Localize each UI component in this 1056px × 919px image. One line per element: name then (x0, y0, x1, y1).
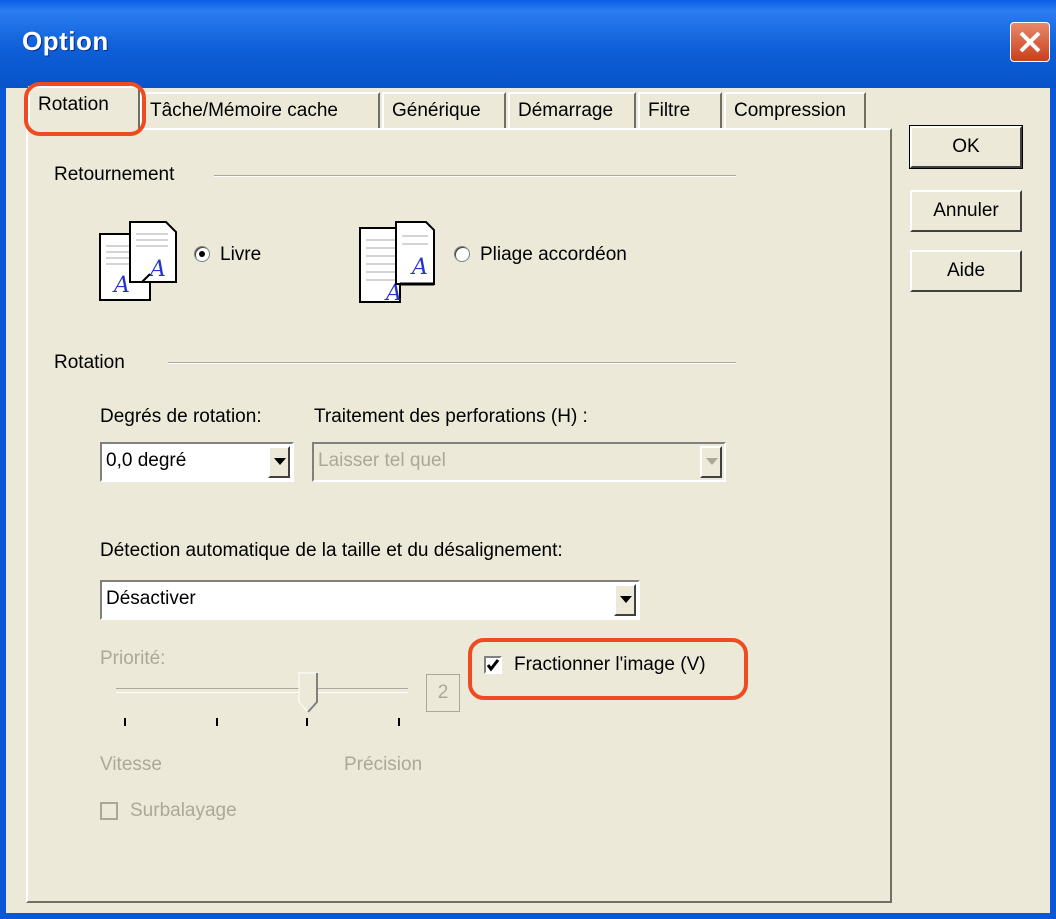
autodetect-value: Désactiver (106, 588, 196, 609)
tab-rotation[interactable]: Rotation (28, 86, 140, 130)
chevron-down-icon[interactable] (268, 446, 290, 478)
slider-max-label: Précision (344, 754, 423, 775)
svg-text:A: A (410, 255, 428, 280)
radio-pliage-accordeon-label[interactable]: Pliage accordéon (480, 244, 627, 266)
priority-value-box: 2 (426, 674, 460, 712)
punch-dropdown[interactable]: Laisser tel quel (312, 442, 726, 482)
close-icon (1019, 31, 1041, 53)
slider-tick (216, 718, 218, 726)
radio-pliage-accordeon[interactable] (454, 246, 470, 262)
overscan-label[interactable]: Surbalayage (130, 800, 237, 822)
priority-slider-thumb[interactable] (298, 672, 318, 714)
punch-label: Traitement des perforations (H) : (314, 406, 588, 427)
ok-button[interactable]: OK (909, 125, 1023, 169)
accordion-fold-icon: A A (359, 221, 435, 304)
retournement-divider (214, 175, 736, 177)
rotation-group-label: Rotation (54, 352, 125, 373)
degrees-dropdown[interactable]: 0,0 degré (100, 442, 294, 482)
help-button[interactable]: Aide (910, 250, 1022, 292)
window-frame-right (1050, 88, 1056, 919)
tab-compression[interactable]: Compression (724, 92, 866, 128)
radio-livre-label[interactable]: Livre (220, 244, 261, 266)
priority-label: Priorité: (100, 648, 166, 669)
punch-value: Laisser tel quel (318, 450, 446, 471)
slider-tick (306, 718, 308, 726)
retournement-group-label: Retournement (54, 164, 175, 185)
degrees-label: Degrés de rotation: (100, 406, 262, 427)
checkmark-icon (486, 659, 500, 672)
radio-livre[interactable] (194, 246, 210, 262)
window-frame-bottom (0, 913, 1056, 919)
tab-generic[interactable]: Générique (382, 92, 506, 128)
autodetect-label: Détection automatique de la taille et du… (100, 540, 563, 561)
rotation-divider (168, 362, 736, 364)
overscan-checkbox[interactable] (100, 802, 118, 820)
split-image-label[interactable]: Fractionner l'image (V) (514, 654, 706, 676)
book-icon: A A (99, 221, 177, 301)
window-title: Option (22, 26, 109, 56)
tab-startup[interactable]: Démarrage (508, 92, 636, 128)
chevron-down-icon[interactable] (614, 584, 636, 616)
chevron-down-icon[interactable] (700, 446, 722, 478)
window-frame-left (0, 88, 6, 919)
svg-text:A: A (112, 273, 130, 298)
title-bar (0, 0, 1056, 88)
tab-task-cache[interactable]: Tâche/Mémoire cache (140, 92, 380, 128)
cancel-button[interactable]: Annuler (910, 190, 1022, 232)
tab-filter[interactable]: Filtre (638, 92, 722, 128)
priority-slider-track[interactable] (116, 688, 408, 693)
slider-min-label: Vitesse (100, 754, 162, 775)
slider-tick (124, 718, 126, 726)
degrees-value: 0,0 degré (106, 450, 187, 471)
autodetect-dropdown[interactable]: Désactiver (100, 580, 640, 620)
slider-tick (398, 718, 400, 726)
svg-text:A: A (148, 257, 166, 282)
split-image-checkbox[interactable] (484, 656, 502, 674)
close-button[interactable] (1010, 22, 1050, 62)
